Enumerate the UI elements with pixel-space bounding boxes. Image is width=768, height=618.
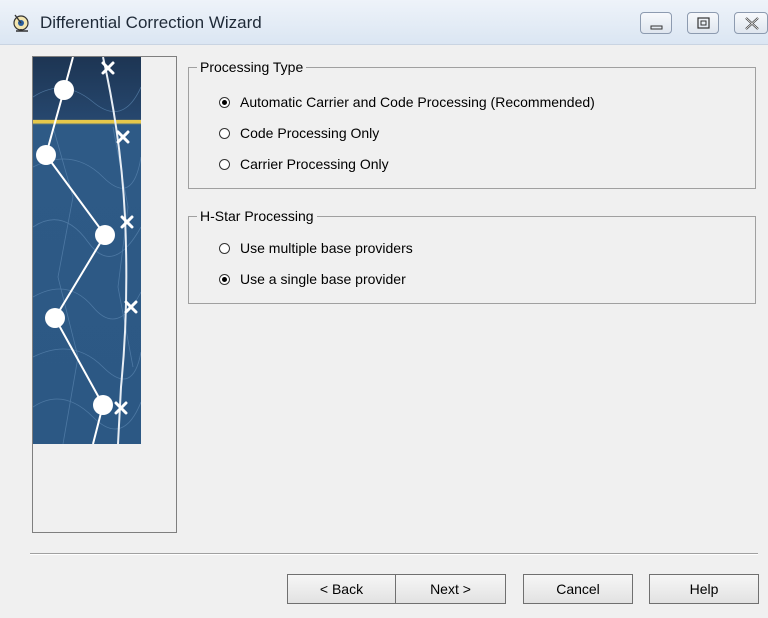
close-icon: [745, 17, 759, 30]
gps-network-illustration: [33, 57, 141, 444]
title-bar[interactable]: Differential Correction Wizard: [0, 0, 768, 45]
radio-button[interactable]: [219, 127, 230, 139]
radio-code-processing-only[interactable]: Code Processing Only: [219, 123, 379, 143]
help-button[interactable]: Help: [649, 574, 759, 604]
close-button[interactable]: [734, 12, 768, 34]
radio-label: Use a single base provider: [240, 271, 406, 287]
minimize-icon: [650, 25, 663, 30]
hstar-processing-group: H-Star Processing Use multiple base prov…: [188, 207, 756, 304]
radio-button[interactable]: [219, 273, 230, 285]
satellite-dish-icon: [12, 13, 32, 33]
radio-single-base-provider[interactable]: Use a single base provider: [219, 269, 406, 289]
minimize-button[interactable]: [640, 12, 672, 34]
radio-button[interactable]: [219, 96, 230, 108]
radio-multiple-base-providers[interactable]: Use multiple base providers: [219, 238, 413, 258]
wizard-side-panel: [32, 56, 177, 533]
radio-automatic-carrier-code[interactable]: Automatic Carrier and Code Processing (R…: [219, 92, 595, 112]
processing-type-group: Processing Type Automatic Carrier and Co…: [188, 58, 756, 189]
window-title: Differential Correction Wizard: [40, 13, 262, 32]
next-button[interactable]: Next >: [396, 574, 506, 604]
radio-label: Use multiple base providers: [240, 240, 413, 256]
radio-label: Carrier Processing Only: [240, 156, 389, 172]
maximize-button[interactable]: [687, 12, 719, 34]
hstar-processing-legend: H-Star Processing: [197, 207, 317, 225]
radio-button[interactable]: [219, 242, 230, 254]
processing-type-legend: Processing Type: [197, 58, 307, 76]
radio-label: Code Processing Only: [240, 125, 380, 141]
maximize-icon: [697, 17, 710, 29]
radio-label: Automatic Carrier and Code Processing (R…: [240, 94, 595, 110]
radio-button[interactable]: [219, 158, 230, 170]
radio-carrier-processing-only[interactable]: Carrier Processing Only: [219, 154, 389, 174]
back-button[interactable]: < Back: [287, 574, 396, 604]
button-separator: [30, 553, 758, 555]
cancel-button[interactable]: Cancel: [523, 574, 633, 604]
